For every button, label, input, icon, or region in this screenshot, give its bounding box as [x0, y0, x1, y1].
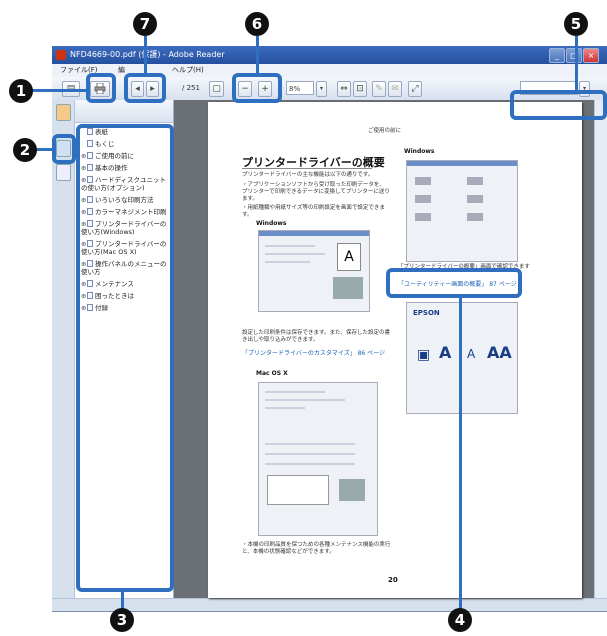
bookmarks-panel-header [75, 100, 173, 123]
callout-7-leader [144, 36, 147, 73]
epson-logo: EPSON [413, 309, 440, 317]
maintenance-note: ・本機の印刷品質を保つための各種メンテナンス機能の実行と、本機の状態確認などがで… [242, 542, 391, 555]
windows-driver-screenshot: A [258, 230, 370, 312]
callout-7-highlight [124, 73, 166, 103]
callout-5-badge: 5 [564, 12, 588, 36]
mac-driver-screenshot [258, 382, 378, 536]
lock-icon[interactable] [56, 104, 71, 121]
callout-6-leader [256, 36, 259, 73]
callout-4-badge: 4 [448, 608, 472, 632]
menu-help[interactable]: ヘルプ(H) [172, 64, 204, 77]
minimize-button[interactable]: _ [549, 48, 565, 63]
callout-7-badge: 7 [133, 12, 157, 36]
callout-6-highlight [232, 73, 282, 103]
title-rule [242, 168, 372, 169]
status-bar [52, 598, 607, 611]
utility-mac-screenshot: EPSON ▣ A A AA [406, 302, 518, 414]
zoom-input[interactable]: 8% [286, 81, 314, 95]
callout-4-highlight [386, 268, 522, 298]
callout-3-badge: 3 [110, 608, 134, 632]
page-header: ご使用の前に [368, 128, 402, 134]
settings-text: 設定した印刷条件は保存できます。また、保存した設定の書き出しや取り込みができます… [242, 330, 390, 343]
attachment-icon[interactable] [56, 164, 71, 181]
callout-2-badge: 2 [13, 138, 37, 162]
callout-5-leader [575, 36, 578, 90]
maximize-button[interactable]: □ [566, 48, 582, 63]
callout-1-leader [30, 89, 86, 92]
expand-icon[interactable]: ⤢ [408, 81, 422, 97]
utility-windows-screenshot [406, 160, 518, 262]
callout-3-highlight [76, 124, 174, 592]
sign-icon[interactable]: ✎ [372, 81, 386, 97]
comment-icon[interactable]: ✉ [388, 81, 402, 97]
page-total: / 251 [182, 84, 200, 92]
windows-heading: Windows [256, 220, 287, 227]
intro-text-1: プリンタードライバーの主な機能は以下の通りです。 [242, 172, 374, 178]
window-title: NFD4669-00.pdf (保護) - Adobe Reader [70, 50, 225, 59]
customize-link[interactable]: 「プリンタードライバーのカスタマイズ」 86 ページ [242, 348, 392, 357]
fit-page-icon[interactable]: ▢ [209, 81, 224, 97]
mac-heading: Mac OS X [256, 370, 288, 377]
title-bar: NFD4669-00.pdf (保護) - Adobe Reader _ □ × [52, 46, 607, 64]
fit-window-icon[interactable]: ⊡ [353, 81, 367, 97]
intro-text-2: ・アプリケーションソフトから受け取った印刷データを、プリンターで印刷できるデータ… [242, 182, 390, 202]
navigation-strip [52, 100, 75, 610]
callout-1-badge: 1 [9, 79, 33, 103]
zoom-dropdown-icon[interactable]: ▾ [316, 81, 327, 97]
document-page: ご使用の前に プリンタードライバーの概要 プリンタードライバーの主な機能は以下の… [208, 102, 582, 598]
callout-5-highlight [510, 90, 607, 120]
callout-2-highlight [52, 134, 76, 164]
fit-width-icon[interactable]: ⇔ [337, 81, 351, 97]
callout-6-badge: 6 [245, 12, 269, 36]
close-button[interactable]: × [583, 48, 599, 63]
intro-text-3: ・用紙種類や用紙サイズ等の印刷設定を画面で設定できます。 [242, 205, 385, 218]
callout-4-leader [459, 298, 462, 610]
right-windows-heading: Windows [404, 148, 435, 155]
page-number: 20 [388, 576, 398, 584]
callout-1-highlight [86, 73, 116, 103]
vertical-scrollbar[interactable] [594, 100, 607, 606]
app-icon [56, 50, 66, 60]
